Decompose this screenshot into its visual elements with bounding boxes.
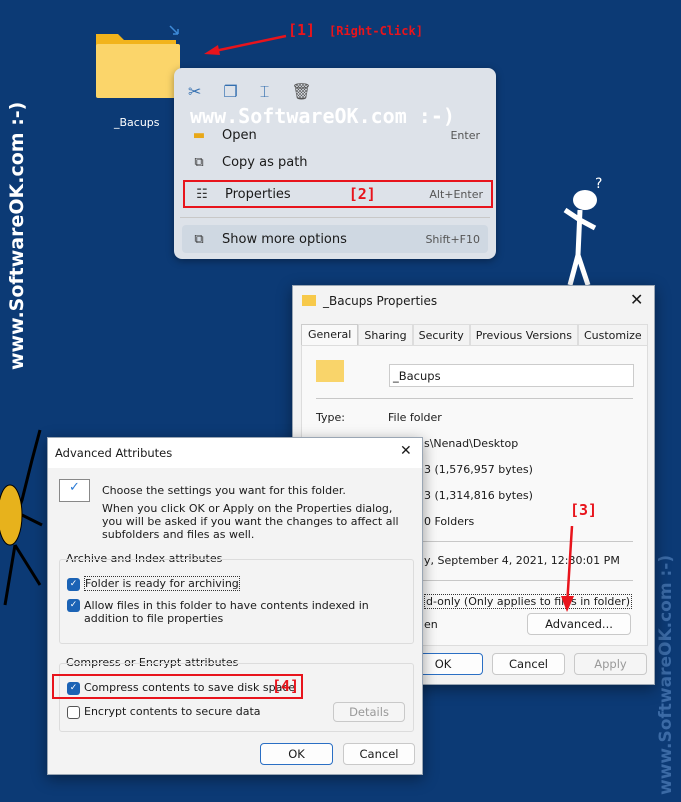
close-icon[interactable]: ✕ xyxy=(630,290,643,309)
red-arrow-1 xyxy=(204,34,287,55)
readonly-checkbox[interactable]: d-only (Only applies to files in folder) xyxy=(424,594,632,609)
menu-item-properties[interactable]: ☷ Properties [2] Alt+Enter xyxy=(183,180,493,208)
annotation-right-click: [Right-Click] xyxy=(329,24,423,38)
created-value: y, September 4, 2021, 12:30:01 PM xyxy=(424,554,620,567)
advanced-cancel-button[interactable]: Cancel xyxy=(343,743,415,765)
folder-icon xyxy=(316,360,344,382)
tab-general[interactable]: General xyxy=(301,324,359,347)
tab-previous-versions[interactable]: Previous Versions xyxy=(469,324,578,347)
intro-detail-text: When you click OK or Apply on the Proper… xyxy=(102,502,399,541)
tab-customize[interactable]: Customize xyxy=(577,324,648,347)
copy-icon[interactable]: ❐ xyxy=(223,82,237,102)
red-arrow-3 xyxy=(561,526,574,612)
index-checkbox[interactable]: ✓ Allow files in this folder to have cont… xyxy=(67,599,407,625)
size-on-disk-value: 3 (1,314,816 bytes) xyxy=(424,489,533,502)
svg-text:?: ? xyxy=(595,176,602,192)
more-options-icon: ⧉ xyxy=(194,231,204,247)
folder-label: _Bacups xyxy=(114,116,160,129)
advanced-title: Advanced Attributes xyxy=(55,446,173,460)
properties-icon: ☷ xyxy=(196,186,208,202)
desktop-folder[interactable]: _Bacups xyxy=(92,24,182,134)
archive-checkbox[interactable]: ✓ Folder is ready for archiving xyxy=(67,576,240,591)
hidden-checkbox[interactable]: en xyxy=(424,618,438,631)
annotation-step2: [2] xyxy=(348,185,376,203)
encrypt-checkbox[interactable]: Encrypt contents to secure data xyxy=(67,705,261,719)
contains-value: 0 Folders xyxy=(424,515,475,528)
close-icon[interactable]: ✕ xyxy=(400,443,412,459)
copy-path-icon: ⧉ xyxy=(194,154,204,170)
tab-sharing[interactable]: Sharing xyxy=(358,324,413,347)
compress-checkbox[interactable]: ✓ Compress contents to save disk space xyxy=(67,681,295,695)
title-folder-icon xyxy=(302,295,316,306)
cancel-button[interactable]: Cancel xyxy=(492,653,565,675)
folder-icon xyxy=(96,25,180,98)
type-value: File folder xyxy=(388,411,442,424)
name-field[interactable]: _Bacups xyxy=(389,364,634,387)
annotation-step1: [1] xyxy=(288,21,316,39)
location-value: s\Nenad\Desktop xyxy=(424,437,519,450)
cut-icon[interactable]: ✂ xyxy=(188,82,201,102)
checkbox-illustration-icon: ✓ xyxy=(59,479,90,502)
menu-item-copy-as-path[interactable]: ⧉ Copy as path xyxy=(182,148,488,176)
watermark-right: www.SoftwareOK.com :-) xyxy=(656,554,676,795)
type-label: Type: xyxy=(316,411,345,424)
delete-icon[interactable]: 🗑 xyxy=(291,82,311,102)
menu-item-show-more-options[interactable]: ⧉ Show more options Shift+F10 xyxy=(182,225,488,253)
menu-item-open[interactable]: ▬ Open Enter xyxy=(182,121,488,149)
context-menu: ✂ ❐ ⌶ 🗑 www.SoftwareOK.com :-) ▬ Open Ente… xyxy=(174,68,496,259)
annotation-step3: [3] xyxy=(570,501,598,519)
tab-security[interactable]: Security xyxy=(412,324,470,347)
annotation-step4: [4] xyxy=(272,677,300,695)
advanced-attributes-dialog: Advanced Attributes ✕ ✓ Choose the setti… xyxy=(47,437,423,775)
advanced-button[interactable]: Advanced... xyxy=(527,613,631,635)
rename-icon[interactable]: ⌶ xyxy=(260,82,270,102)
details-button[interactable]: Details xyxy=(333,702,405,722)
size-value: 3 (1,576,957 bytes) xyxy=(424,463,533,476)
properties-title: _Bacups Properties xyxy=(323,294,438,308)
intro-text: Choose the settings you want for this fo… xyxy=(102,484,346,497)
apply-button[interactable]: Apply xyxy=(574,653,647,675)
thinking-figure-illustration: ? xyxy=(563,176,602,286)
watermark-left: www.SoftwareOK.com :-) xyxy=(6,101,28,370)
advanced-ok-button[interactable]: OK xyxy=(260,743,333,765)
folder-open-icon: ▬ xyxy=(192,127,206,143)
